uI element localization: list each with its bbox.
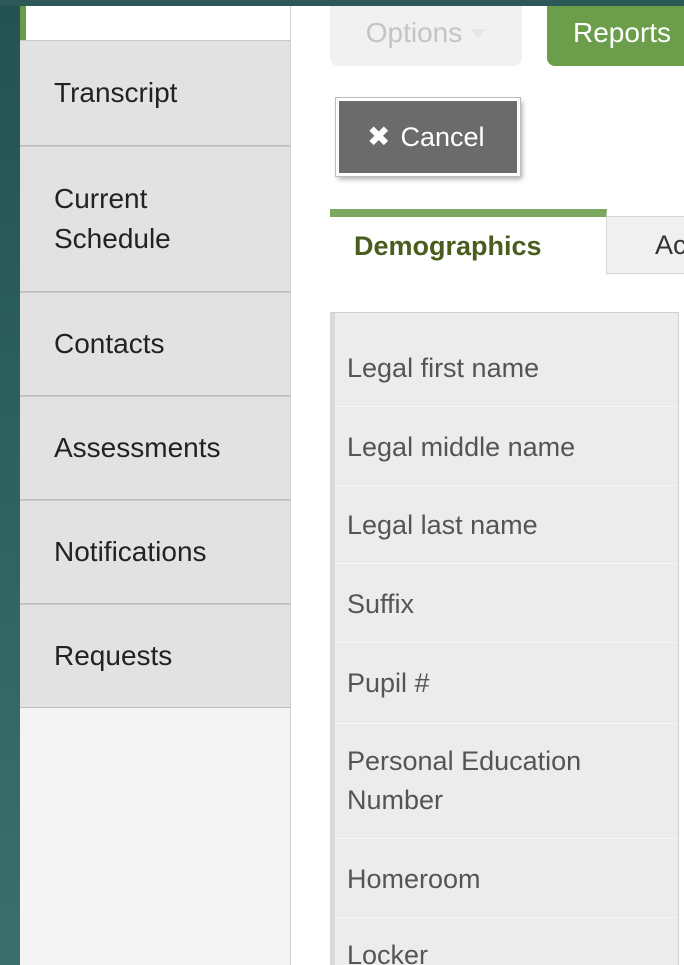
cancel-button[interactable]: ✖ Cancel: [336, 98, 520, 176]
field-label-locker: Locker: [347, 940, 429, 965]
sidebar-item-label: Requests: [54, 640, 173, 671]
sidebar-item-label: Assessments: [54, 432, 221, 463]
tab-label: Demographics: [354, 230, 542, 261]
tab-label: Ac: [655, 229, 684, 260]
desktop-background: [0, 0, 20, 965]
sidebar-item-label: Current Schedule: [54, 183, 171, 254]
tab-demographics[interactable]: Demographics: [330, 209, 607, 275]
field-label-homeroom: Homeroom: [347, 864, 481, 894]
field-label-legal-last-name: Legal last name: [347, 510, 538, 540]
field-label-legal-first-name: Legal first name: [347, 353, 540, 383]
sidebar-item-label: Transcript: [54, 77, 178, 108]
row-divider: [335, 563, 678, 564]
row-divider: [335, 723, 678, 724]
chevron-down-icon: [470, 28, 487, 38]
sidebar-item-label: Notifications: [54, 536, 207, 567]
sidebar-item-active[interactable]: [20, 6, 290, 40]
tab-divider: [607, 273, 684, 274]
field-label-pupil-number: Pupil #: [347, 668, 430, 698]
reports-button[interactable]: Reports: [547, 6, 684, 66]
field-label-legal-middle-name: Legal middle name: [347, 432, 576, 462]
row-divider: [335, 917, 678, 918]
sidebar-item-contacts[interactable]: Contacts: [20, 292, 290, 396]
row-divider: [335, 642, 678, 643]
sidebar-item-current-schedule[interactable]: Current Schedule: [20, 146, 290, 292]
close-icon: ✖: [367, 121, 391, 152]
tab-next[interactable]: Ac: [607, 216, 684, 273]
field-label-suffix: Suffix: [347, 589, 415, 619]
cancel-button-label: Cancel: [400, 121, 485, 152]
sidebar-item-transcript[interactable]: Transcript: [20, 40, 290, 146]
sidebar-item-assessments[interactable]: Assessments: [20, 396, 290, 500]
row-divider: [335, 838, 678, 839]
sidebar-item-notifications[interactable]: Notifications: [20, 500, 290, 604]
form-value-column: [678, 312, 684, 965]
options-button-label: Options: [365, 17, 463, 48]
row-divider: [335, 485, 678, 486]
sidebar-item-label: Contacts: [54, 328, 165, 359]
row-divider: [335, 406, 678, 407]
sidebar: Transcript Current Schedule Contacts Ass…: [20, 6, 291, 965]
reports-button-label: Reports: [573, 17, 672, 48]
sidebar-item-requests[interactable]: Requests: [20, 604, 290, 708]
field-label-personal-education-number: Personal Education Number: [347, 746, 582, 815]
options-button[interactable]: Options: [330, 6, 522, 66]
app-window: Transcript Current Schedule Contacts Ass…: [20, 6, 684, 965]
